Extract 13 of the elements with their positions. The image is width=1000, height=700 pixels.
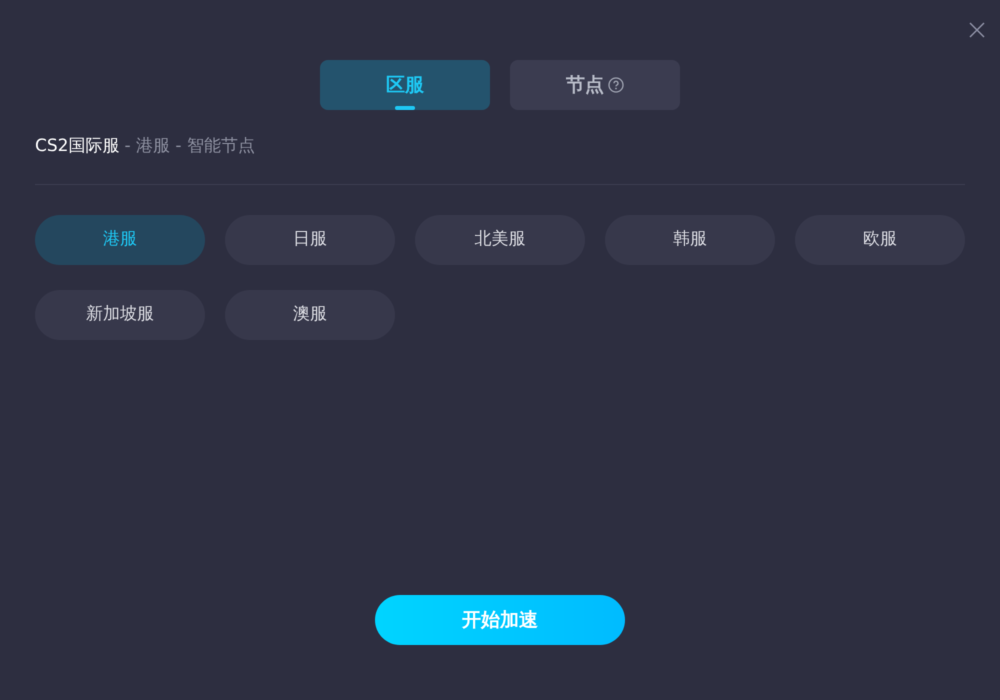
tab[interactable]: 节点	[510, 60, 680, 110]
server-option[interactable]: 欧服	[795, 215, 965, 265]
server-option[interactable]: 澳服	[225, 290, 395, 340]
close-icon[interactable]	[967, 20, 987, 40]
tab-indicator	[395, 106, 415, 110]
server-path: - 港服 - 智能节点	[124, 135, 255, 158]
server-option[interactable]: 北美服	[415, 215, 585, 265]
server-option[interactable]: 韩服	[605, 215, 775, 265]
server-option[interactable]: 日服	[225, 215, 395, 265]
tab[interactable]: 区服	[320, 60, 490, 110]
game-title: CS2国际服	[35, 135, 120, 158]
server-option[interactable]: 港服	[35, 215, 205, 265]
server-option[interactable]: 新加坡服	[35, 290, 205, 340]
